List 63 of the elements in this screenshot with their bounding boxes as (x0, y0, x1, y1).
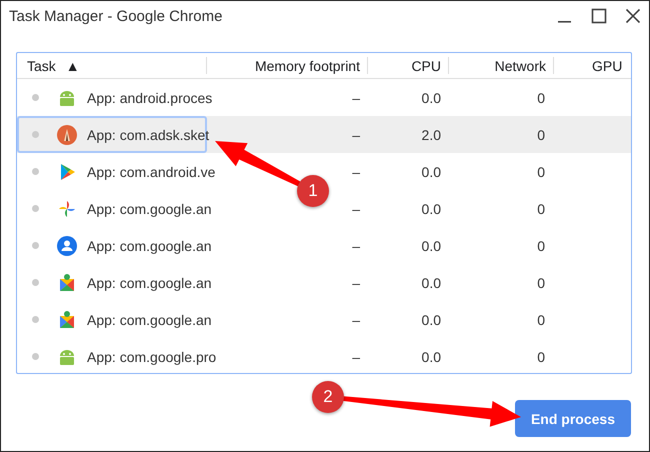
task-name: App: com.google.an (87, 200, 212, 216)
cpu-value: 0.0 (422, 274, 441, 290)
network-value: 0 (537, 238, 545, 254)
network-value: 0 (537, 274, 545, 290)
memory-value: – (352, 126, 360, 142)
network-value: 0 (537, 200, 545, 216)
task-name: App: com.android.ve (87, 164, 216, 180)
cpu-value: 0.0 (422, 200, 441, 216)
column-header[interactable]: GPU (592, 58, 622, 74)
memory-value: – (352, 348, 360, 364)
task-name: App: com.google.an (87, 274, 212, 290)
memory-value: – (352, 90, 360, 106)
person-icon (57, 236, 77, 256)
window-title: Task Manager - Google Chrome (9, 8, 224, 24)
status-dot (32, 94, 39, 101)
column-header[interactable]: Task (27, 58, 56, 74)
network-value: 0 (537, 90, 545, 106)
close-icon[interactable] (625, 8, 641, 24)
task-name: App: com.adsk.sket (87, 126, 210, 142)
cpu-value: 0.0 (422, 312, 441, 328)
task-row[interactable]: App: android.proces – 0.0 0 (17, 79, 631, 116)
status-dot (32, 242, 39, 249)
memory-value: – (352, 164, 360, 180)
status-dot (32, 316, 39, 323)
pinwheel-icon (57, 198, 77, 218)
task-row[interactable]: App: com.google.an – 0.0 0 (17, 264, 631, 301)
task-row[interactable]: App: com.google.pro – 0.0 0 (17, 338, 631, 373)
step-badge: 2 (312, 381, 344, 413)
task-row[interactable]: App: com.google.an – 0.0 0 (17, 301, 631, 338)
network-value: 0 (537, 126, 545, 142)
end-process-button[interactable]: End process (514, 400, 631, 437)
task-name: App: com.google.an (87, 312, 212, 328)
column-header[interactable]: Network (494, 58, 546, 74)
memory-value: – (352, 312, 360, 328)
network-value: 0 (537, 312, 545, 328)
cpu-value: 0.0 (422, 90, 441, 106)
status-dot (32, 131, 39, 138)
task-row[interactable]: App: com.google.an – 0.0 0 (17, 227, 631, 264)
status-dot (32, 168, 39, 175)
puzzle-icon (57, 272, 77, 292)
status-dot (32, 205, 39, 212)
task-name: App: android.proces (87, 90, 212, 106)
cpu-value: 0.0 (422, 348, 441, 364)
memory-value: – (352, 238, 360, 254)
task-row[interactable]: App: com.adsk.sket – 2.0 0 (17, 116, 631, 153)
step-badge: 1 (297, 175, 329, 207)
column-header[interactable]: CPU (411, 58, 441, 74)
sort-arrow[interactable]: ▲ (66, 58, 80, 74)
network-value: 0 (537, 348, 545, 364)
cpu-value: 0.0 (422, 238, 441, 254)
task-name: App: com.google.an (87, 238, 212, 254)
status-dot (32, 279, 39, 286)
maximize-icon[interactable] (591, 8, 607, 24)
cpu-value: 0.0 (422, 164, 441, 180)
pencil-icon (57, 124, 77, 144)
network-value: 0 (537, 164, 545, 180)
puzzle-icon (57, 310, 77, 330)
memory-value: – (352, 200, 360, 216)
memory-value: – (352, 274, 360, 290)
task-name: App: com.google.pro (87, 348, 216, 364)
column-header[interactable]: Memory footprint (254, 58, 360, 74)
cpu-value: 2.0 (422, 126, 441, 142)
status-dot (32, 353, 39, 360)
